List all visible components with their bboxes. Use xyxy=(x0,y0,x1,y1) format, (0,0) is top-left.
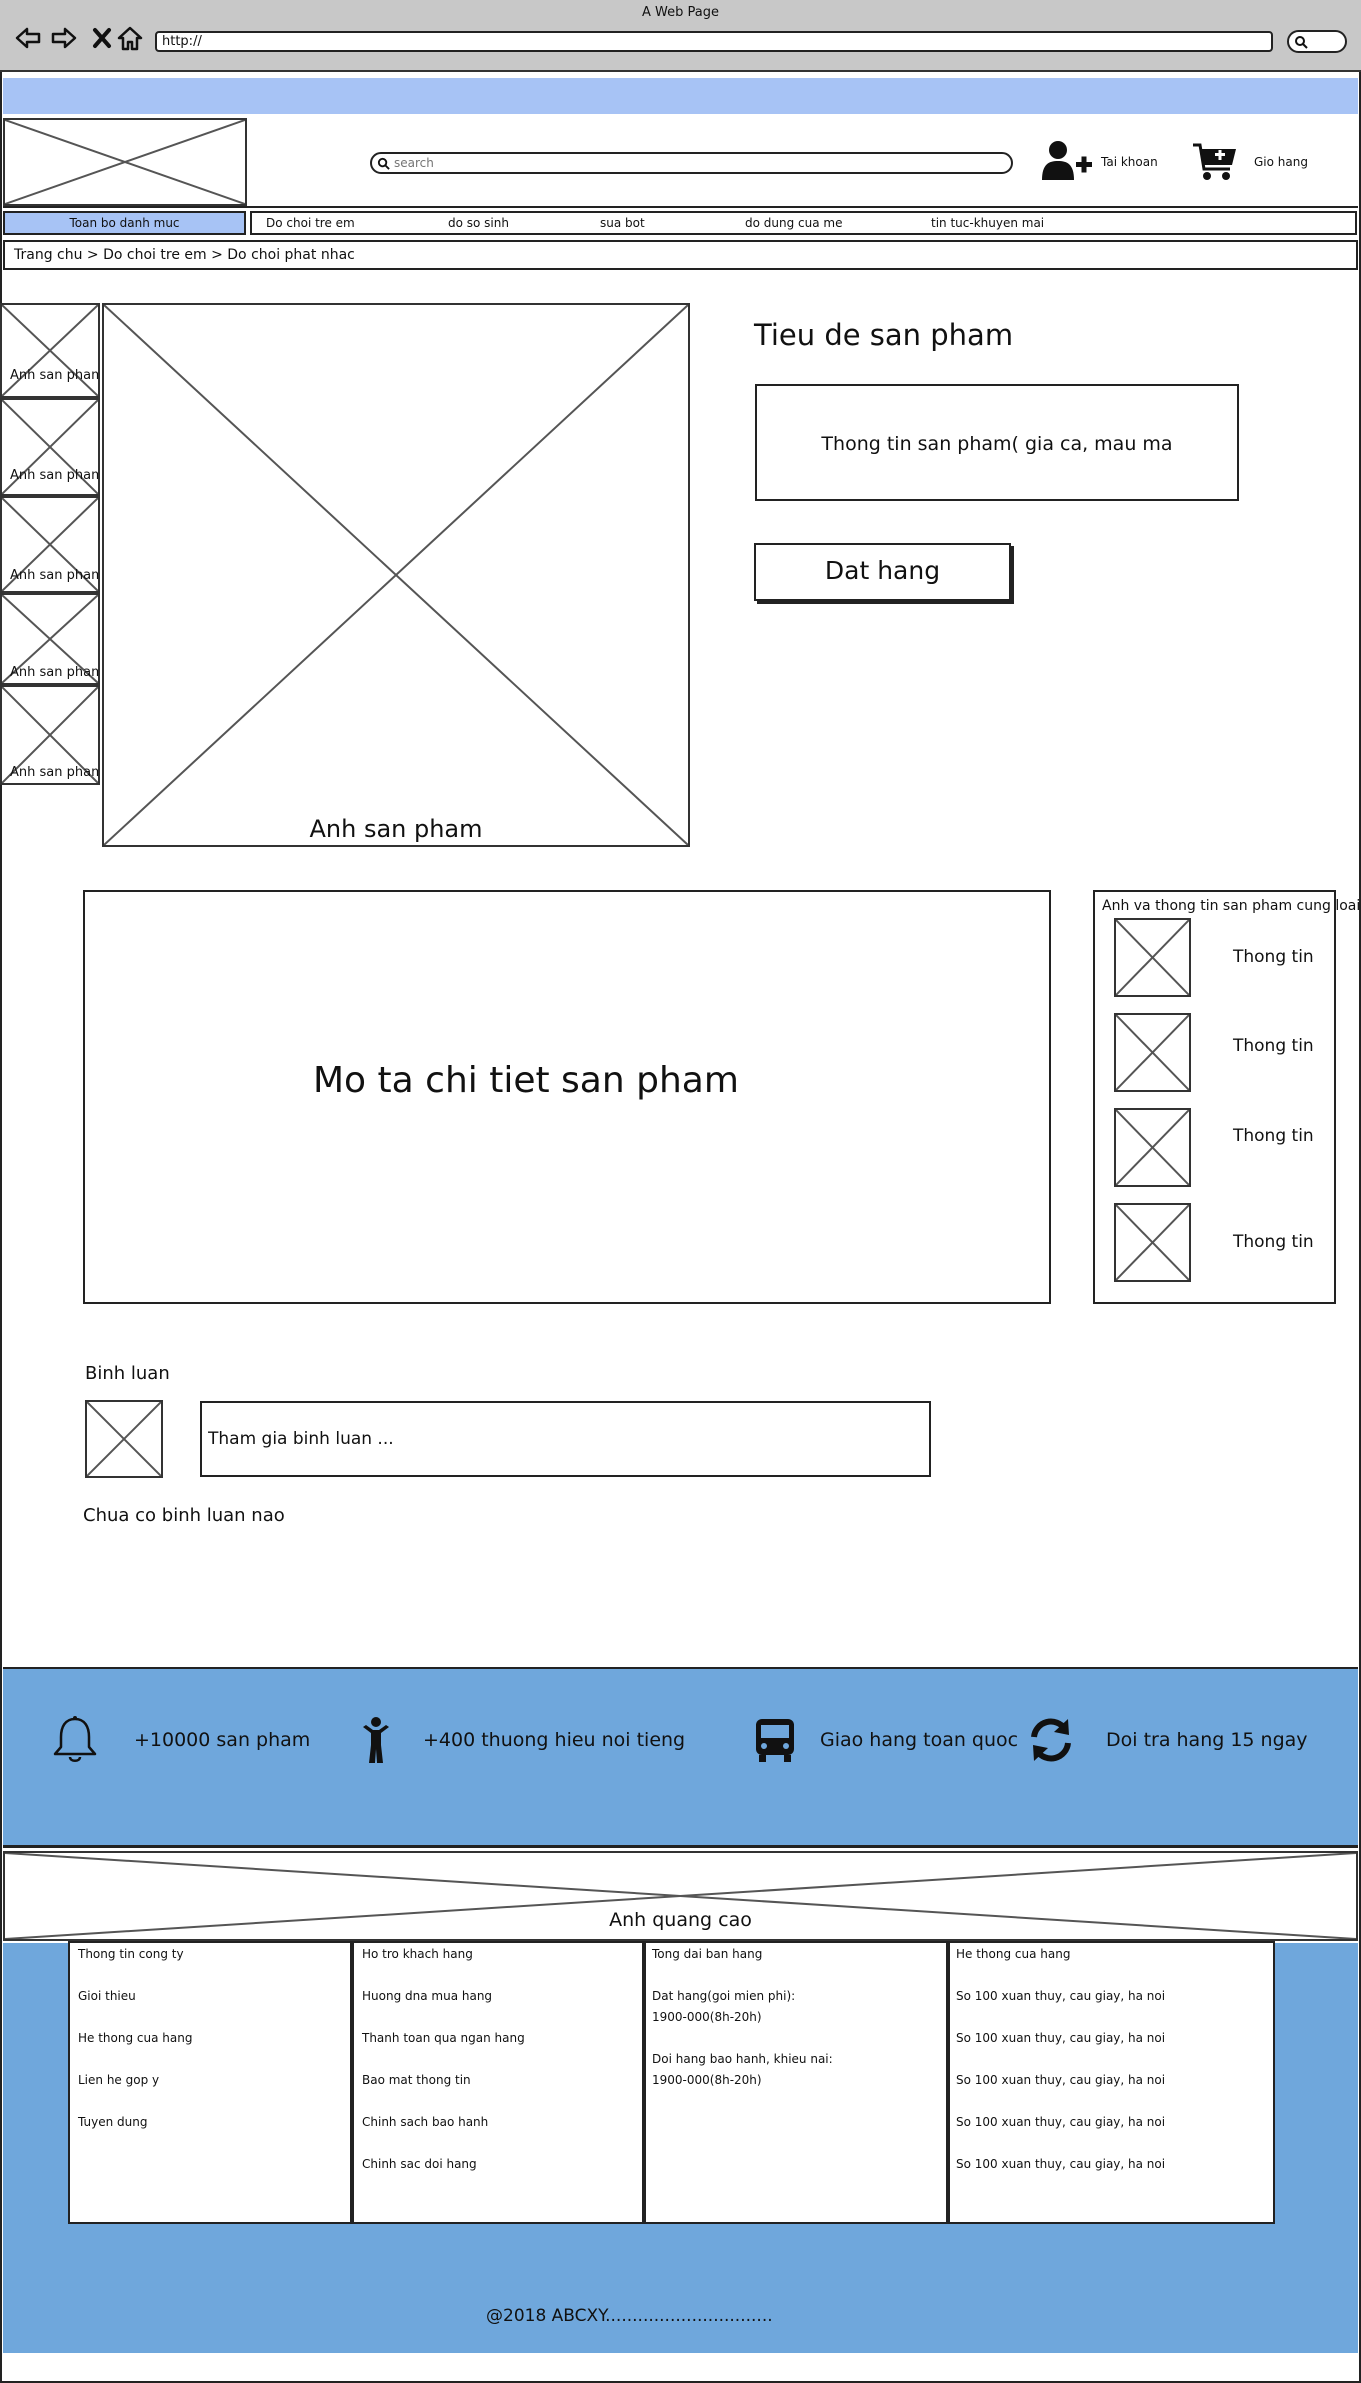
cart-link[interactable]: Gio hang xyxy=(1254,155,1308,169)
logo-placeholder[interactable] xyxy=(3,118,247,206)
related-product-image[interactable] xyxy=(1114,1203,1191,1282)
breadcrumb[interactable]: Trang chu > Do choi tre em > Do choi pha… xyxy=(3,240,1358,270)
footer-link[interactable]: Chinh sach bao hanh xyxy=(362,2115,488,2129)
related-product-image[interactable] xyxy=(1114,1013,1191,1092)
feature-brands: +400 thuong hieu noi tieng xyxy=(423,1729,686,1751)
related-title: Anh va thong tin san pham cung loai xyxy=(1102,898,1361,914)
product-thumbnail[interactable]: Anh san pham xyxy=(0,303,100,398)
product-thumbnail[interactable]: Anh san pham xyxy=(0,593,100,685)
related-product-info[interactable]: Thong tin xyxy=(1233,1036,1314,1056)
header-divider xyxy=(3,206,1358,208)
account-link[interactable]: Tai khoan xyxy=(1101,155,1158,169)
footer-link[interactable]: Huong dna mua hang xyxy=(362,1989,492,2003)
comment-input[interactable] xyxy=(208,1428,908,1450)
back-icon[interactable] xyxy=(14,24,42,52)
warranty-hotline-label: Doi hang bao hanh, khieu nai: xyxy=(652,2052,833,2066)
main-image-label: Anh san pham xyxy=(309,815,483,843)
footer-link[interactable]: Thanh toan qua ngan hang xyxy=(362,2031,525,2045)
footer-stores-column: He thong cua hang So 100 xuan thuy, cau … xyxy=(948,1941,1275,2224)
thumbnail-label: Anh san pham xyxy=(10,665,100,680)
footer-link[interactable]: Gioi thieu xyxy=(78,1989,136,2003)
nav-item-milk[interactable]: sua bot xyxy=(600,216,645,230)
comments-heading: Binh luan xyxy=(85,1363,170,1384)
footer-column-title: Ho tro khach hang xyxy=(362,1947,473,1961)
footer-column-title: He thong cua hang xyxy=(956,1947,1071,1961)
product-thumbnail[interactable]: Anh san pham xyxy=(0,685,100,785)
footer-link[interactable]: Chinh sac doi hang xyxy=(362,2157,477,2171)
add-user-icon[interactable] xyxy=(1041,140,1093,182)
thumbnail-label: Anh san pham xyxy=(10,765,100,780)
warranty-hotline-number[interactable]: 1900-000(8h-20h) xyxy=(652,2073,762,2087)
related-product-info[interactable]: Thong tin xyxy=(1233,1232,1314,1252)
refresh-icon xyxy=(1031,1718,1071,1762)
product-info: Thong tin san pham( gia ca, mau ma xyxy=(821,433,1173,455)
footer-link[interactable]: Tuyen dung xyxy=(78,2115,147,2129)
forward-icon[interactable] xyxy=(50,24,78,52)
product-thumbnail[interactable]: Anh san pham xyxy=(0,398,100,496)
nav-item-newborn[interactable]: do so sinh xyxy=(448,216,509,230)
product-title: Tieu de san pham xyxy=(754,318,1014,352)
description-title: Mo ta chi tiet san pham xyxy=(313,1060,739,1101)
nav-item-mother[interactable]: do dung cua me xyxy=(745,216,842,230)
thumbnail-label: Anh san pham xyxy=(10,368,100,383)
browser-search-field[interactable] xyxy=(1287,30,1347,53)
browser-chrome: A Web Page http:// xyxy=(0,0,1361,72)
child-icon xyxy=(363,1717,389,1763)
cart-icon[interactable] xyxy=(1192,141,1238,183)
url-bar[interactable]: http:// xyxy=(155,31,1273,52)
all-categories-button[interactable]: Toan bo danh muc xyxy=(3,211,246,235)
feature-returns: Doi tra hang 15 ngay xyxy=(1106,1729,1308,1751)
copyright: @2018 ABCXY.............................… xyxy=(486,2306,773,2326)
footer-hotline-column: Tong dai ban hang Dat hang(goi mien phi)… xyxy=(644,1941,948,2224)
footer-link[interactable]: Lien he gop y xyxy=(78,2073,159,2087)
search-bar[interactable] xyxy=(370,152,1013,174)
store-address[interactable]: So 100 xuan thuy, cau giay, ha noi xyxy=(956,2073,1165,2087)
related-product-info[interactable]: Thong tin xyxy=(1233,947,1314,967)
home-icon[interactable] xyxy=(116,24,144,52)
related-product-image[interactable] xyxy=(1114,1108,1191,1187)
footer-link[interactable]: He thong cua hang xyxy=(78,2031,192,2045)
comment-box[interactable] xyxy=(200,1401,931,1477)
search-icon xyxy=(1295,36,1308,49)
category-nav: Do choi tre em do so sinh sua bot do dun… xyxy=(250,211,1357,235)
thumbnail-label: Anh san pham xyxy=(10,568,100,583)
search-icon xyxy=(377,157,390,170)
description-box: Mo ta chi tiet san pham xyxy=(83,890,1051,1304)
store-address[interactable]: So 100 xuan thuy, cau giay, ha noi xyxy=(956,2115,1165,2129)
bus-icon xyxy=(756,1719,794,1762)
product-thumbnail[interactable]: Anh san pham xyxy=(0,496,100,593)
bell-icon xyxy=(53,1716,97,1762)
footer-column-title: Tong dai ban hang xyxy=(652,1947,763,1961)
feature-products: +10000 san pham xyxy=(134,1729,311,1751)
order-hotline-label: Dat hang(goi mien phi): xyxy=(652,1989,796,2003)
footer-column-title: Thong tin cong ty xyxy=(78,1947,184,1961)
no-comments-text: Chua co binh luan nao xyxy=(83,1505,285,1526)
footer-company-column: Thong tin cong ty Gioi thieu He thong cu… xyxy=(68,1941,352,2224)
features-band xyxy=(3,1667,1358,1848)
related-product-info[interactable]: Thong tin xyxy=(1233,1126,1314,1146)
store-address[interactable]: So 100 xuan thuy, cau giay, ha noi xyxy=(956,2031,1165,2045)
window-title: A Web Page xyxy=(642,5,719,20)
thumbnail-label: Anh san pham xyxy=(10,468,100,483)
search-input[interactable] xyxy=(394,155,994,171)
commenter-avatar xyxy=(85,1400,163,1478)
nav-item-news[interactable]: tin tuc-khuyen mai xyxy=(931,216,1044,230)
related-product-image[interactable] xyxy=(1114,918,1191,997)
related-products-panel: Anh va thong tin san pham cung loai Thon… xyxy=(1093,890,1360,1304)
store-address[interactable]: So 100 xuan thuy, cau giay, ha noi xyxy=(956,2157,1165,2171)
order-button[interactable]: Dat hang xyxy=(754,543,1011,601)
top-banner-strip xyxy=(3,78,1358,114)
main-product-image[interactable]: Anh san pham xyxy=(102,303,690,847)
footer-support-column: Ho tro khach hang Huong dna mua hang Tha… xyxy=(352,1941,644,2224)
order-hotline-number[interactable]: 1900-000(8h-20h) xyxy=(652,2010,762,2024)
feature-delivery: Giao hang toan quoc xyxy=(820,1729,1019,1751)
ad-banner[interactable]: Anh quang cao xyxy=(3,1851,1358,1941)
stop-icon[interactable] xyxy=(88,24,116,52)
store-address[interactable]: So 100 xuan thuy, cau giay, ha noi xyxy=(956,1989,1165,2003)
ad-label: Anh quang cao xyxy=(609,1909,752,1931)
product-info-box: Thong tin san pham( gia ca, mau ma xyxy=(755,384,1239,501)
nav-item-toys[interactable]: Do choi tre em xyxy=(266,216,355,230)
footer-link[interactable]: Bao mat thong tin xyxy=(362,2073,471,2087)
